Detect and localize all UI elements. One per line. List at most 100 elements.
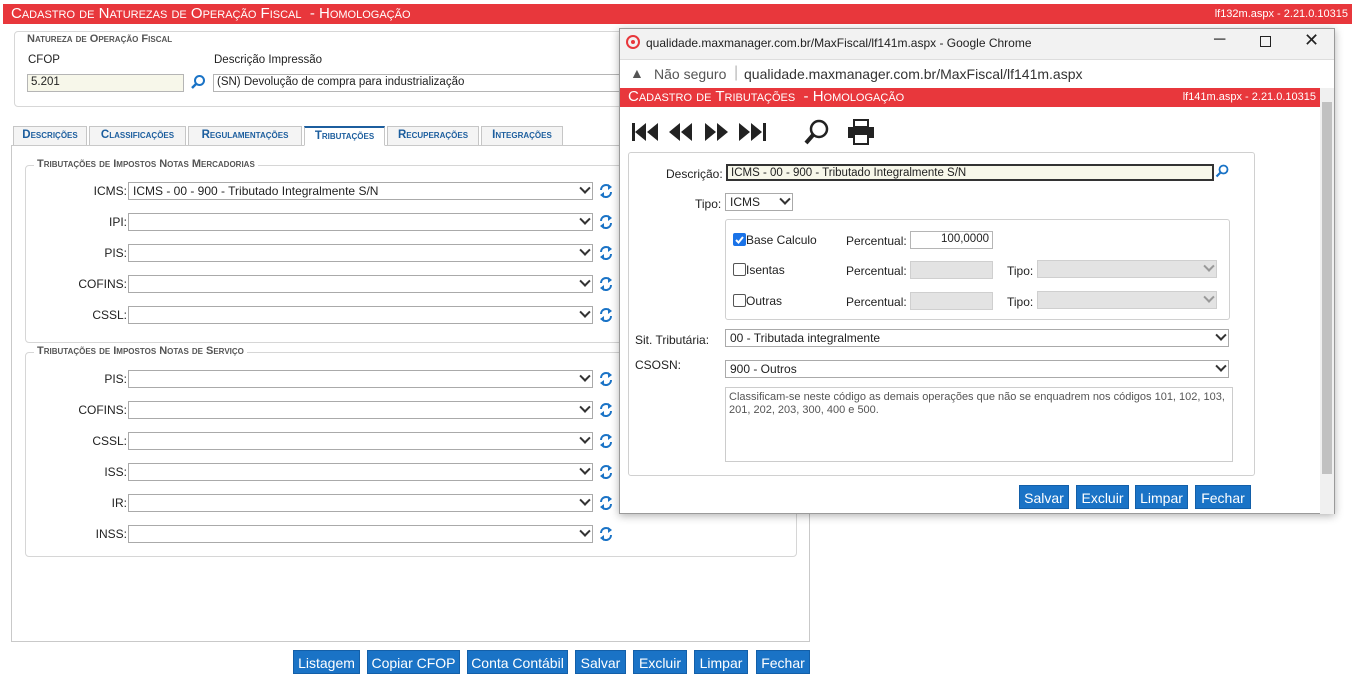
csosn-description-textarea[interactable]: Classificam-se neste código as demais op… [725,387,1233,462]
tab-descricoes[interactable]: Descrições [13,126,87,146]
serv-refresh-icon-3[interactable] [599,464,613,480]
serv-refresh-icon-0[interactable] [599,371,613,387]
tab-tributacoes[interactable]: Tributações [304,126,385,146]
minimize-icon[interactable]: ─ [1214,31,1225,49]
merc-refresh-icon-3[interactable] [599,276,613,292]
scrollbar-thumb[interactable] [1322,102,1332,474]
url-text[interactable]: qualidade.maxmanager.com.br/MaxFiscal/lf… [744,66,1083,82]
descricao-search-icon[interactable] [1215,164,1229,181]
cfop-search-icon[interactable] [190,74,206,93]
descricao-label: Descrição: [666,167,723,181]
serv-refresh-icon-5[interactable] [599,526,613,542]
merc-refresh-icon-0[interactable] [599,183,613,199]
tipo-select[interactable]: ICMS [725,193,793,211]
serv-label-1: COFINS: [78,403,127,417]
serv-select-4[interactable] [128,494,593,512]
tipo-outras-select[interactable] [1037,291,1217,309]
merc-refresh-icon-1[interactable] [599,214,613,230]
not-secure-label: Não seguro [654,66,727,82]
isentas-checkbox[interactable] [733,263,746,276]
merc-select-2[interactable] [128,244,593,262]
listagem-button[interactable]: Listagem [293,650,360,674]
merc-refresh-icon-2[interactable] [599,245,613,261]
percentual-label-2: Percentual: [846,264,907,278]
chrome-logo-icon [626,35,640,52]
close-icon[interactable]: ✕ [1304,30,1319,51]
fechar-button[interactable]: Fechar [756,650,810,674]
copiar-cfop-button[interactable]: Copiar CFOP [367,650,460,674]
popup-salvar-button[interactable]: Salvar [1019,485,1069,509]
popup-scrollbar[interactable] [1320,88,1334,514]
serv-select-0[interactable] [128,370,593,388]
serv-select-5[interactable] [128,525,593,543]
percentual-field-1[interactable]: 100,0000 [910,231,993,249]
merc-select-3[interactable] [128,275,593,293]
serv-refresh-icon-4[interactable] [599,495,613,511]
outras-label: Outras [746,294,783,308]
servico-legend: Tributações de Impostos Notas de Serviço [34,345,247,357]
conta-contabil-button[interactable]: Conta Contábil [467,650,568,674]
search-icon[interactable] [803,119,831,145]
popup-limpar-button[interactable]: Limpar [1135,485,1188,509]
percentual-field-2[interactable] [910,261,993,279]
outras-checkbox[interactable] [733,294,746,307]
previous-record-icon [669,123,692,141]
descricao-impressao-field[interactable]: (SN) Devolução de compra para industrial… [213,74,623,92]
serv-refresh-icon-2[interactable] [599,433,613,449]
isentas-label: Isentas [746,263,785,277]
serv-select-3[interactable] [128,463,593,481]
cfop-field[interactable]: 5.201 [27,74,184,92]
chrome-frame: qualidade.maxmanager.com.br/MaxFiscal/lf… [620,29,1334,87]
next-record-icon [705,123,728,141]
merc-value-0: ICMS - 00 - 900 - Tributado Integralment… [133,184,379,198]
serv-label-3: ISS: [104,465,127,479]
popup-fechar-button[interactable]: Fechar [1195,485,1251,509]
serv-label-2: CSSL: [92,434,127,448]
popup-title-bar: Cadastro de Tributações - Homologação lf… [620,88,1320,107]
tab-integracoes[interactable]: Integrações [481,126,563,146]
merc-label-1: IPI: [108,215,127,229]
first-record-icon [632,123,658,141]
last-record-icon [739,123,766,141]
serv-label-5: INSS: [95,527,127,541]
address-bar[interactable]: ▲ Não seguro | qualidade.maxmanager.com.… [620,59,1334,87]
merc-select-1[interactable] [128,213,593,231]
merc-refresh-icon-4[interactable] [599,307,613,323]
tab-regulamentacoes[interactable]: Regulamentações [188,126,302,146]
descricao-field[interactable]: ICMS - 00 - 900 - Tributado Integralment… [726,164,1214,181]
merc-select-0[interactable]: ICMS - 00 - 900 - Tributado Integralment… [128,182,593,200]
descricao-impressao-label: Descrição Impressão [214,54,323,66]
serv-refresh-icon-1[interactable] [599,402,613,418]
base-calculo-label: Base Calculo [746,233,817,247]
percentual-label-3: Percentual: [846,295,907,309]
tipo-label: Tipo: [695,197,722,211]
popup-title: Cadastro de Tributações - Homologação [628,88,905,105]
print-icon[interactable] [847,119,875,145]
merc-label-4: CSSL: [92,308,127,322]
merc-label-0: ICMS: [93,184,127,198]
serv-select-2[interactable] [128,432,593,450]
sit-tributaria-label: Sit. Tributária: [635,333,710,347]
salvar-button[interactable]: Salvar [575,650,626,674]
mercadorias-legend: Tributações de Impostos Notas Mercadoria… [34,158,258,170]
percentual-field-3[interactable] [910,292,993,310]
tipo-isentas-select[interactable] [1037,260,1217,278]
base-calculo-checkbox[interactable] [733,233,746,246]
tipo-isentas-label: Tipo: [1007,264,1034,278]
csosn-select[interactable]: 900 - Outros [725,360,1229,378]
tab-recuperacoes[interactable]: Recuperações [387,126,479,146]
chrome-window-title: qualidade.maxmanager.com.br/MaxFiscal/lf… [646,36,1032,50]
merc-select-4[interactable] [128,306,593,324]
sit-tributaria-select[interactable]: 00 - Tributada integralmente [725,329,1229,347]
csosn-value: 900 - Outros [730,362,797,376]
address-divider: | [734,64,739,81]
tab-classificacoes[interactable]: Classificações [89,126,186,146]
csosn-label: CSOSN: [635,358,682,372]
popup-window: qualidade.maxmanager.com.br/MaxFiscal/lf… [619,28,1335,514]
excluir-button[interactable]: Excluir [633,650,687,674]
maximize-icon[interactable] [1260,36,1271,47]
limpar-button[interactable]: Limpar [694,650,748,674]
popup-excluir-button[interactable]: Excluir [1076,485,1129,509]
serv-select-1[interactable] [128,401,593,419]
sit-tributaria-value: 00 - Tributada integralmente [730,331,881,345]
